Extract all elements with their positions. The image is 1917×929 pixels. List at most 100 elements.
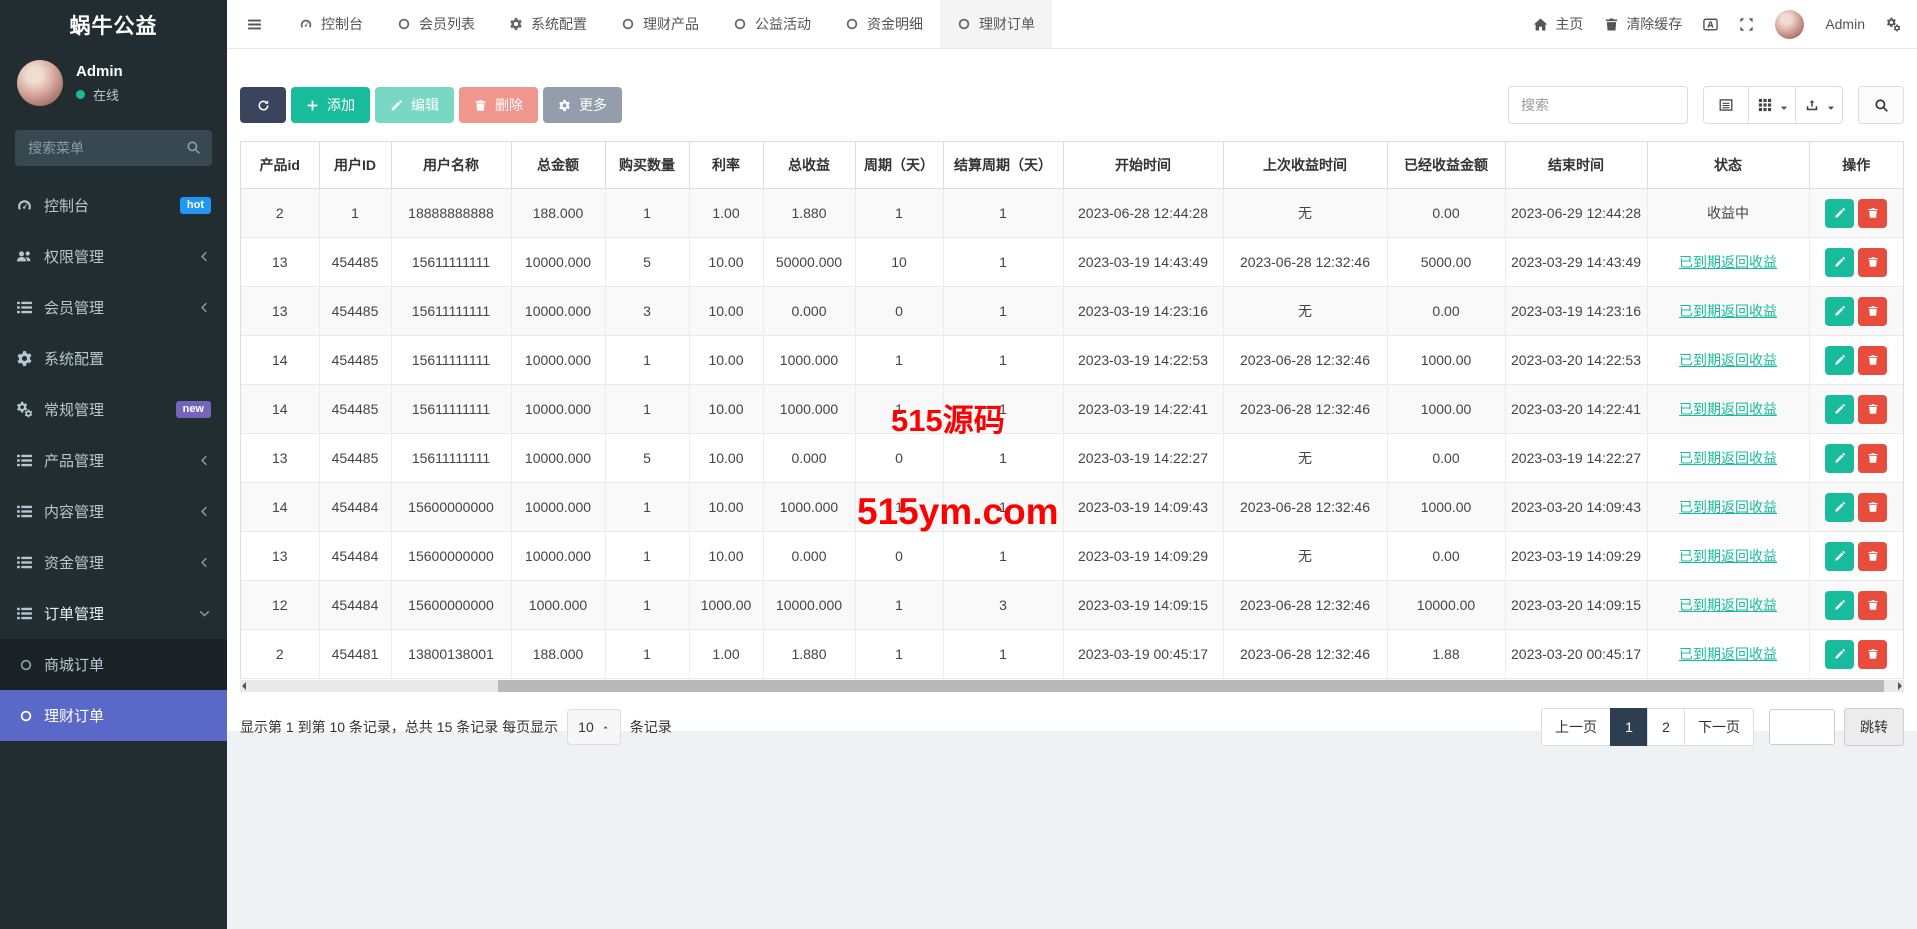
edit-row-button[interactable] [1825,247,1855,277]
edit-row-button[interactable] [1825,296,1855,326]
column-header-用户ID[interactable]: 用户ID [319,142,392,189]
delete-row-button[interactable] [1858,541,1888,571]
next-page-button[interactable]: 下一页 [1684,708,1754,746]
edit-row-button[interactable] [1825,345,1855,375]
tab-label: 控制台 [321,16,363,32]
avatar[interactable] [17,60,63,106]
sidebar-item-订单管理[interactable]: 订单管理 [0,588,227,639]
column-header-周期（天）[interactable]: 周期（天） [855,142,944,189]
delete-row-button[interactable] [1858,198,1888,228]
column-header-结算周期（天）[interactable]: 结算周期（天） [943,142,1064,189]
trash-icon [1867,305,1879,317]
delete-row-button[interactable] [1858,394,1888,424]
column-header-状态[interactable]: 状态 [1647,142,1810,189]
table-row[interactable]: 13 454485 15611111111 10000.000 3 10.00 0.000 0… [241,286,1903,336]
table-row[interactable]: 12 454484 15600000000 1000.000 1 1000.00 10000… [241,580,1903,630]
prev-page-button[interactable]: 上一页 [1541,708,1611,746]
topbar-avatar[interactable] [1775,9,1805,39]
toolbar-export-button[interactable] [1795,86,1843,124]
column-header-已经收益金额[interactable]: 已经收益金额 [1387,142,1506,189]
column-header-购买数量[interactable]: 购买数量 [605,142,690,189]
status-badge: 已到期返回收益 [1679,450,1777,466]
edit-row-button[interactable] [1825,541,1855,571]
fullscreen-icon[interactable] [1739,17,1754,32]
toolbar-button-添加[interactable]: 添加 [291,87,370,123]
page-button-1[interactable]: 1 [1610,708,1648,746]
edit-row-button[interactable] [1825,492,1855,522]
delete-row-button[interactable] [1858,247,1888,277]
table-row[interactable]: 2 1 18888888888 188.000 1 1.00 1.880 1 1 2023-06-… [241,188,1903,238]
table-cell: 10000.000 [511,237,606,287]
column-header-用户名称[interactable]: 用户名称 [391,142,512,189]
sidebar-item-会员管理[interactable]: 会员管理 [0,282,227,333]
table-cell: 1000.000 [511,580,606,630]
tab-理财订单[interactable]: 理财订单 [940,0,1052,48]
sidebar-subitem-商城订单[interactable]: 商城订单 [0,639,227,690]
table-row[interactable]: 13 454484 15600000000 10000.000 1 10.00 0.000 0… [241,531,1903,581]
tab-会员列表[interactable]: 会员列表 [380,0,492,48]
tab-资金明细[interactable]: 资金明细 [828,0,940,48]
edit-row-button[interactable] [1825,198,1855,228]
edit-row-button[interactable] [1825,394,1855,424]
jump-page-input[interactable] [1769,709,1835,745]
horizontal-scrollbar[interactable] [240,680,1904,692]
delete-row-button[interactable] [1858,639,1888,669]
sidebar-item-权限管理[interactable]: 权限管理 [0,231,227,282]
column-header-利率[interactable]: 利率 [689,142,764,189]
sidebar-subitem-理财订单[interactable]: 理财订单 [0,690,227,741]
column-header-结束时间[interactable]: 结束时间 [1505,142,1648,189]
home-link[interactable]: 主页 [1533,14,1583,34]
toolbar-table-list-button[interactable] [1703,86,1749,124]
sidebar-item-常规管理[interactable]: 常规管理 new [0,384,227,435]
toolbar-button-编辑[interactable]: 编辑 [375,87,454,123]
tab-控制台[interactable]: 控制台 [282,0,380,48]
delete-row-button[interactable] [1858,296,1888,326]
delete-row-button[interactable] [1858,443,1888,473]
table-search-input[interactable] [1508,86,1688,124]
edit-row-button[interactable] [1825,590,1855,620]
hamburger-icon[interactable] [227,0,282,48]
toolbar-grid-button[interactable] [1748,86,1796,124]
jump-button[interactable]: 跳转 [1844,708,1904,746]
column-header-总收益[interactable]: 总收益 [763,142,856,189]
scrollbar-thumb[interactable] [497,680,1885,692]
toolbar-button-删除[interactable]: 删除 [459,87,538,123]
tab-系统配置[interactable]: 系统配置 [492,0,604,48]
sidebar-item-产品管理[interactable]: 产品管理 [0,435,227,486]
column-header-上次收益时间[interactable]: 上次收益时间 [1223,142,1388,189]
scroll-left-arrow-icon[interactable] [242,682,246,690]
sidebar-item-控制台[interactable]: 控制台 hot [0,180,227,231]
table-row[interactable]: 2 454481 13800138001 188.000 1 1.00 1.880 1 1 202… [241,629,1903,679]
table-row[interactable]: 13 454485 15611111111 10000.000 5 10.00 50000.… [241,237,1903,287]
page-size-select[interactable]: 10 [567,709,621,745]
column-header-产品id[interactable]: 产品id [241,142,320,189]
delete-row-button[interactable] [1858,590,1888,620]
table-row[interactable]: 14 454485 15611111111 10000.000 1 10.00 1000.0… [241,384,1903,434]
sidebar-item-系统配置[interactable]: 系统配置 [0,333,227,384]
refresh-button[interactable] [240,87,286,123]
topbar-username[interactable]: Admin [1825,16,1865,32]
table-row[interactable]: 13 454485 15611111111 10000.000 5 10.00 0.000 0… [241,433,1903,483]
sidebar-item-内容管理[interactable]: 内容管理 [0,486,227,537]
edit-row-button[interactable] [1825,639,1855,669]
scroll-right-arrow-icon[interactable] [1898,682,1902,690]
column-header-操作[interactable]: 操作 [1808,142,1903,189]
column-header-开始时间[interactable]: 开始时间 [1063,142,1224,189]
delete-row-button[interactable] [1858,345,1888,375]
tab-理财产品[interactable]: 理财产品 [604,0,716,48]
sidebar-item-资金管理[interactable]: 资金管理 [0,537,227,588]
table-row[interactable]: 14 454484 15600000000 10000.000 1 10.00 1000.0… [241,482,1903,532]
column-header-总金额[interactable]: 总金额 [511,142,606,189]
table-row[interactable]: 14 454485 15611111111 10000.000 1 10.00 1000.0… [241,335,1903,385]
search-button[interactable] [1858,86,1904,124]
page-button-2[interactable]: 2 [1647,708,1685,746]
clear-cache-link[interactable]: 清除缓存 [1604,14,1682,34]
toolbar-button-更多[interactable]: 更多 [543,87,622,123]
menu-search-input[interactable] [15,130,212,166]
gears-icon[interactable] [1886,17,1901,32]
language-icon[interactable] [1703,17,1719,32]
tab-公益活动[interactable]: 公益活动 [716,0,828,48]
table-cell: 1000.000 [763,384,856,434]
edit-row-button[interactable] [1825,443,1855,473]
delete-row-button[interactable] [1858,492,1888,522]
